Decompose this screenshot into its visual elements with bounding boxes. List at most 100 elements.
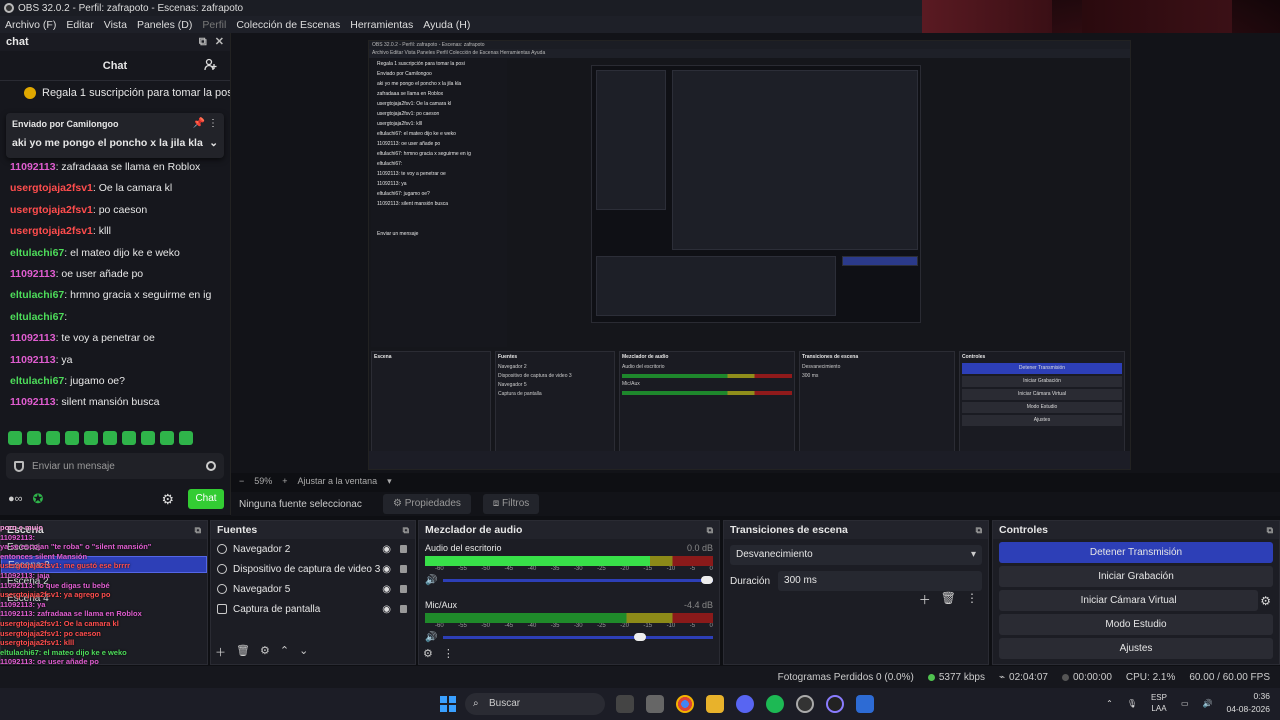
emote-icon[interactable] — [160, 431, 174, 445]
file-manager-icon[interactable] — [646, 695, 664, 713]
windows-start-icon[interactable] — [440, 696, 456, 712]
menu-archivo[interactable]: Archivo (F) — [0, 19, 61, 31]
settings-button[interactable]: Ajustes — [999, 638, 1273, 659]
menu-ayuda[interactable]: Ayuda (H) — [418, 19, 475, 31]
cheer-icon[interactable]: ✪ — [33, 491, 44, 507]
chat-username[interactable]: eltulachi67 — [10, 311, 64, 323]
emote-icon[interactable] — [103, 431, 117, 445]
eye-icon[interactable]: ◉ — [382, 564, 391, 575]
chat-username[interactable]: usergtojaja2fsv1 — [10, 182, 93, 194]
app-icon[interactable] — [826, 695, 844, 713]
discord-icon[interactable] — [736, 695, 754, 713]
emote-icon[interactable] — [141, 431, 155, 445]
volume-icon[interactable]: 🔊 — [1203, 699, 1213, 708]
scene-item[interactable]: Escena 4 — [1, 590, 207, 607]
volume-slider[interactable] — [443, 632, 713, 641]
duration-spinner[interactable]: 300 ms — [778, 571, 982, 591]
chevron-up-icon[interactable]: ⌃ — [280, 644, 289, 660]
source-item[interactable]: Dispositivo de captura de video 3 ◉ — [211, 559, 415, 579]
chevron-down-icon[interactable]: ▾ — [387, 476, 392, 487]
task-view-icon[interactable] — [616, 695, 634, 713]
trash-icon[interactable]: 🗑 — [236, 644, 250, 660]
speaker-icon[interactable]: 🔊 — [425, 632, 437, 643]
chat-username[interactable]: eltulachi67 — [10, 289, 64, 301]
float-icon[interactable]: ⧉ — [976, 525, 982, 536]
chevron-up-icon[interactable]: ⌃ — [1106, 699, 1113, 708]
gear-icon[interactable]: ⚙ — [423, 647, 433, 660]
app-icon[interactable] — [856, 695, 874, 713]
float-icon[interactable]: ⧉ — [707, 525, 713, 536]
scene-item-selected[interactable]: Escena 3 — [1, 556, 207, 573]
more-icon[interactable]: ⋮ — [966, 591, 978, 608]
zoom-out-button[interactable]: − — [239, 476, 244, 486]
volume-knob[interactable] — [633, 632, 646, 641]
lock-icon[interactable] — [400, 545, 407, 553]
filters-button[interactable]: ⧈ Filtros — [482, 494, 540, 514]
volume-knob[interactable] — [701, 575, 713, 584]
source-item[interactable]: Navegador 5 ◉ — [211, 579, 415, 599]
zoom-in-button[interactable]: + — [282, 476, 287, 486]
properties-button[interactable]: ⚙ Propiedades — [383, 494, 471, 514]
add-icon[interactable]: ＋ — [919, 591, 931, 608]
float-icon[interactable]: ⧉ — [195, 525, 201, 536]
float-icon[interactable]: ⧉ — [199, 36, 207, 48]
float-icon[interactable]: ⧉ — [1267, 525, 1273, 536]
pin-icon[interactable]: 📌 ⋮ — [193, 118, 218, 129]
preview-canvas[interactable]: OBS 32.0.2 - Perfil: zafrapoto - Escenas… — [368, 40, 1131, 470]
clock[interactable]: 0:36 04-08-2026 — [1227, 690, 1270, 716]
lock-icon[interactable] — [400, 565, 407, 573]
gear-icon[interactable]: ⚙ — [1260, 594, 1271, 608]
spotify-icon[interactable] — [766, 695, 784, 713]
source-item[interactable]: Navegador 2 ◉ — [211, 539, 415, 559]
chat-send-button[interactable]: Chat — [188, 489, 224, 509]
menu-paneles[interactable]: Paneles (D) — [132, 19, 197, 31]
menu-herramientas[interactable]: Herramientas — [345, 19, 418, 31]
add-icon[interactable]: ＋ — [215, 644, 226, 660]
start-recording-button[interactable]: Iniciar Grabación — [999, 566, 1273, 587]
chat-username[interactable]: usergtojaja2fsv1 — [10, 225, 93, 237]
emote-icon[interactable] — [179, 431, 193, 445]
gear-icon[interactable]: ⚙ — [161, 491, 174, 508]
users-icon[interactable] — [204, 58, 218, 72]
channel-points-icon[interactable]: ●∞ — [8, 493, 23, 505]
chat-username[interactable]: 11092113 — [10, 268, 56, 280]
gift-sub-banner[interactable]: Regala 1 suscripción para tomar la posi — [0, 81, 230, 105]
language-indicator[interactable]: ESP LAA — [1151, 692, 1167, 714]
chevron-down-icon[interactable]: ⌄ — [209, 137, 218, 149]
scene-item[interactable]: Escena — [1, 539, 207, 556]
more-icon[interactable]: ⋮ — [443, 647, 454, 660]
menu-editar[interactable]: Editar — [61, 19, 98, 31]
emote-icon[interactable] — [46, 431, 60, 445]
chrome-icon[interactable] — [676, 695, 694, 713]
close-icon[interactable]: ✕ — [215, 36, 224, 48]
chat-input[interactable]: Enviar un mensaje — [6, 453, 224, 479]
speaker-icon[interactable]: 🔊 — [425, 575, 437, 586]
emote-icon[interactable] — [27, 431, 41, 445]
menu-perfil[interactable]: Perfil — [197, 19, 231, 31]
menu-coleccion[interactable]: Colección de Escenas — [231, 19, 345, 31]
lock-icon[interactable] — [400, 605, 407, 613]
chat-username[interactable]: 11092113 — [10, 332, 56, 344]
chat-username[interactable]: 11092113 — [10, 161, 56, 173]
chat-username[interactable]: usergtojaja2fsv1 — [10, 204, 93, 216]
source-item[interactable]: Captura de pantalla ◉ — [211, 599, 415, 619]
fit-window-select[interactable]: Ajustar a la ventana — [298, 476, 378, 486]
trash-icon[interactable]: 🗑 — [941, 591, 956, 608]
obs-icon[interactable] — [796, 695, 814, 713]
mic-icon[interactable]: 🎙 — [1127, 699, 1137, 708]
stop-stream-button[interactable]: Detener Transmisión — [999, 542, 1273, 563]
float-icon[interactable]: ⧉ — [403, 525, 409, 536]
lock-icon[interactable] — [400, 585, 407, 593]
chevron-down-icon[interactable]: ⌄ — [299, 644, 308, 660]
scene-item[interactable]: Escena 2 — [1, 573, 207, 590]
emote-icon[interactable] — [84, 431, 98, 445]
emote-icon[interactable] — [65, 431, 79, 445]
eye-icon[interactable]: ◉ — [382, 544, 391, 555]
start-virtual-cam-button[interactable]: Iniciar Cámara Virtual — [999, 590, 1259, 611]
chat-username[interactable]: eltulachi67 — [10, 375, 64, 387]
menu-vista[interactable]: Vista — [99, 19, 132, 31]
chat-username[interactable]: 11092113 — [10, 396, 56, 408]
transition-select[interactable]: Desvanecimiento — [730, 545, 982, 565]
volume-slider[interactable] — [443, 575, 713, 584]
emoji-icon[interactable] — [206, 461, 216, 471]
